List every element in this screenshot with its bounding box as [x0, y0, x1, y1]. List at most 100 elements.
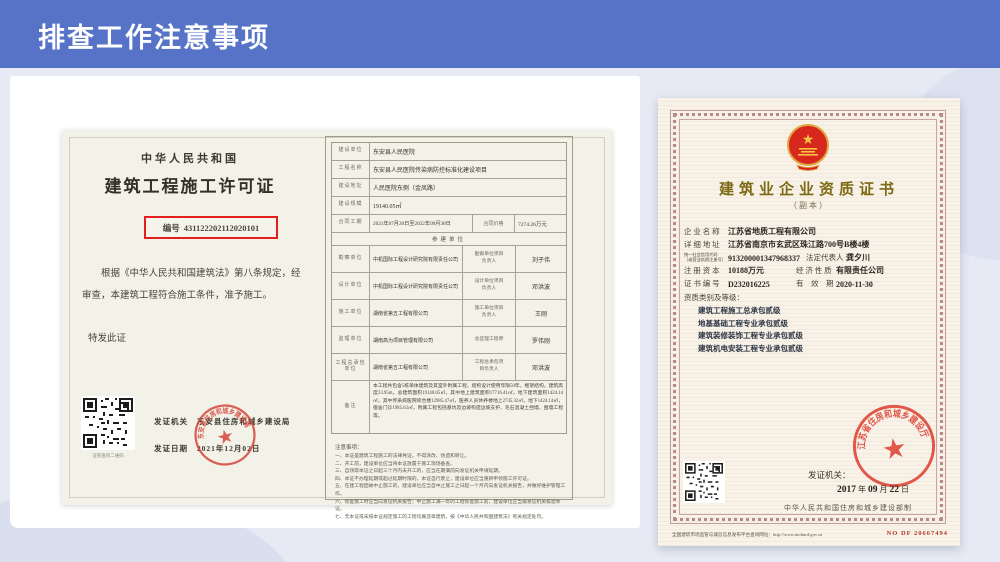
party-role: 设计单位项目负责人	[463, 273, 516, 299]
party-role: 施工单位项目负责人	[463, 300, 516, 326]
notes-line: 一、本证是建筑工程施工的法律凭证，不得涂改、伪造和转让。	[335, 453, 567, 461]
party-row: 勘察单位 中机国际工程设计研究院有限责任公司 勘察单位项目负责人 刘子伟	[332, 246, 566, 273]
company-name-label: 企 业 名 称	[684, 226, 728, 237]
permit-number-label: 编号	[163, 222, 180, 234]
form-value: 人民医院东侧（金凤路）	[370, 179, 566, 196]
party-person: 刘子伟	[516, 246, 566, 272]
qualification-item: 地基基础工程专业承包贰级	[698, 318, 936, 331]
ministry-made-by: 中华人民共和国住房和城乡建设部制	[758, 503, 938, 513]
party-person: 罗伟刚	[516, 327, 566, 353]
notes-line: 四、本证不办理延期或超过延期时限的，本证自行废止，建设单位应当重新申领施工许可证…	[335, 476, 567, 484]
permit-title: 建筑工程施工许可证	[84, 172, 296, 197]
party-row: 工程总承包单位 湖南省第五工程有限公司 工程总承包项目负责人 邓洪波	[332, 354, 566, 381]
company-name: 江苏省地质工程有限公司	[728, 226, 816, 237]
remark-row: 备注 本工程共包含5栋单体建筑及其室外附属工程，结构设计使用年限50年，框架结构…	[332, 381, 566, 433]
presentation-slide: 排查工作注意事项 中华人民共和国 建筑工程施工许可证 编号 4311222021…	[0, 0, 1000, 562]
party-role: 工程总承包项目负责人	[463, 354, 516, 380]
form-row: 建设单位 东安县人民医院	[332, 143, 566, 161]
form-row: 工程名称 东安县人民医院传染病防控标准化建设项目	[332, 161, 566, 179]
party-label: 勘察单位	[332, 246, 370, 272]
notes-title: 注意事项：	[335, 443, 567, 451]
permit-qr-caption: 证照查询二维码	[74, 453, 142, 459]
party-label: 施工单位	[332, 300, 370, 326]
remark-label: 备注	[332, 381, 370, 433]
party-role: 总监理工程师	[463, 327, 516, 353]
date-month: 09	[868, 485, 878, 495]
permit-form-table: 建设单位 东安县人民医院 工程名称 东安县人民医院传染病防控标准化建设项目 建设…	[331, 142, 567, 434]
credit-code-label: 统一社会信用代码 （或营业执照注册号）	[684, 253, 728, 263]
construction-permit-certificate: 中华人民共和国 建筑工程施工许可证 编号 431122202112020101 …	[62, 130, 612, 505]
info-line: 企 业 名 称 江苏省地质工程有限公司	[684, 224, 936, 237]
qualification-qr-code	[683, 461, 725, 503]
contract-period: 2021年07月20日至2022年09月30日	[370, 215, 473, 232]
permit-country: 中华人民共和国	[102, 150, 278, 166]
form-row: 建设地址 人民医院东侧（金凤路）	[332, 179, 566, 197]
permit-body-text: 根据《中华人民共和国建筑法》第八条规定，经审查，本建筑工程符合施工条件，准予施工…	[82, 263, 302, 307]
qualification-item: 建筑装修装饰工程专业承包贰级	[698, 330, 936, 343]
party-row: 设计单位 中机国际工程设计研究院有限责任公司 设计单位项目负责人 邓洪波	[332, 273, 566, 300]
party-company: 湖南高为项目管理有限公司	[370, 327, 463, 353]
valid-value: 2020-11-30	[836, 280, 873, 289]
notes-line: 二、开工前，建设单位应当将本证放置于施工现场备查。	[335, 461, 567, 469]
form-row: 建设规模 19140.05㎡	[332, 197, 566, 215]
form-label: 建设地址	[332, 179, 370, 196]
party-label: 设计单位	[332, 273, 370, 299]
capital-value: 10188万元	[728, 265, 790, 276]
date-day-unit: 日	[901, 485, 909, 494]
info-line: 注 册 资 本 10188万元 经 济 性 质 有限责任公司	[684, 263, 936, 276]
party-row: 施工单位 湖南省第五工程有限公司 施工单位项目负责人 王刚	[332, 300, 566, 327]
contract-price-label: 合同价格	[473, 215, 515, 232]
party-person: 王刚	[516, 300, 566, 326]
info-line: 证 书 编 号 D232016225 有 效 期 2020-11-30	[684, 276, 936, 289]
form-value: 19140.05㎡	[370, 197, 566, 214]
remark-text: 本工程共包含5栋单体建筑及其室外附属工程，结构设计使用年限50年，框架结构，建筑…	[370, 381, 566, 433]
form-section-header: 参建单位	[332, 233, 566, 246]
form-label: 合同工期	[332, 215, 370, 232]
party-label: 工程总承包单位	[332, 354, 370, 380]
party-person: 邓洪波	[516, 354, 566, 380]
nature-label: 经 济 性 质	[796, 265, 836, 276]
permit-date-label: 发证日期	[154, 444, 188, 453]
party-person: 邓洪波	[516, 273, 566, 299]
contract-price: 7274.26万元	[515, 215, 566, 232]
notes-line: 五、在建工程因故中止施工的，建设单位应当自中止施工之日起一个月内向发证机关报告，…	[335, 483, 567, 498]
permit-qr-code	[81, 396, 135, 450]
permit-issuer-label: 发证机关	[154, 417, 188, 426]
qualification-item: 建筑工程施工总承包贰级	[698, 305, 936, 318]
form-label: 工程名称	[332, 161, 370, 178]
notes-line: 七、无本证或未按本证规定施工的工程均属违章建筑，按《中华人民共和国建筑法》有关规…	[335, 514, 567, 522]
svg-text:★: ★	[802, 133, 815, 148]
permit-form: 建设单位 东安县人民医院 工程名称 东安县人民医院传染病防控标准化建设项目 建设…	[325, 136, 573, 500]
form-label: 建设规模	[332, 197, 370, 214]
party-label: 监理单位	[332, 327, 370, 353]
party-company: 中机国际工程设计研究院有限责任公司	[370, 246, 463, 272]
provincial-red-seal: 江苏省住房和城乡建设厅 ★	[844, 396, 944, 496]
cert-no: D232016225	[728, 280, 790, 289]
credit-code-label-line2: （或营业执照注册号）	[684, 257, 726, 262]
party-company: 湖南省第五工程有限公司	[370, 354, 463, 380]
date-year-unit: 年	[858, 485, 866, 494]
certificate-footer-url: 全国建筑市场监管与诚信信息发布平台查询网址：http://www.mohurd.…	[672, 532, 890, 538]
slide-title: 排查工作注意事项	[38, 16, 270, 55]
seal-star-icon: ★	[880, 431, 910, 466]
credit-code: 913200001347968337	[728, 254, 800, 263]
valid-label: 有 效 期	[796, 278, 836, 289]
qualification-item: 建筑机电安装工程专业承包贰级	[698, 343, 936, 356]
qualification-issue-date: 2017 年 09 月 22 日	[808, 484, 938, 495]
info-line: 详 细 地 址 江苏省南京市玄武区珠江路700号B楼4楼	[684, 237, 936, 250]
permit-grant-text: 特发此证	[88, 330, 126, 344]
title-bar: 排查工作注意事项	[0, 0, 1000, 68]
form-label: 建设单位	[332, 143, 370, 160]
party-company: 湖南省第五工程有限公司	[370, 300, 463, 326]
date-day: 22	[890, 485, 900, 495]
address-value: 江苏省南京市玄武区珠江路700号B楼4楼	[728, 239, 869, 250]
party-role: 勘察单位项目负责人	[463, 246, 516, 272]
permit-notes: 注意事项： 一、本证是建筑工程施工的法律凭证，不得涂改、伪造和转让。 二、开工前…	[335, 443, 567, 521]
legal-rep: 龚夕川	[846, 252, 870, 263]
certificate-serial-number: NO DF 20667494	[886, 530, 948, 537]
legal-rep-label: 法定代表人	[806, 252, 846, 263]
info-line: 统一社会信用代码 （或营业执照注册号） 913200001347968337 法…	[684, 250, 936, 263]
nature-value: 有限责任公司	[836, 265, 884, 276]
notes-line: 三、自领取本证之日起三个月内未开工的，应当在期满前向发证机关申请延期。	[335, 468, 567, 476]
national-emblem-icon: ★	[786, 123, 830, 171]
